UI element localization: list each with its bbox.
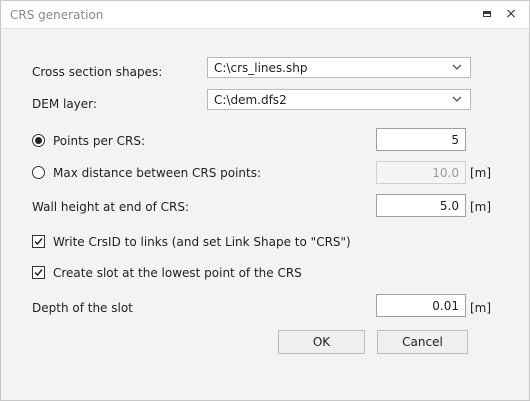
create-slot-label[interactable]: Create slot at the lowest point of the C…: [53, 266, 302, 280]
crs-generation-dialog: CRS generation × Cross section shapes: C…: [0, 0, 530, 401]
wall-height-input[interactable]: 5.0: [376, 194, 466, 217]
slot-depth-input[interactable]: 0.01: [376, 294, 466, 317]
checkmark-icon: [34, 269, 43, 277]
slot-depth-label: Depth of the slot: [32, 301, 133, 315]
write-crsid-label[interactable]: Write CrsID to links (and set Link Shape…: [53, 235, 351, 249]
max-distance-unit: [m]: [470, 166, 492, 180]
close-button[interactable]: ×: [501, 5, 521, 23]
chevron-down-icon: [452, 64, 462, 70]
dem-layer-select[interactable]: C:\dem.dfs2: [207, 89, 471, 110]
title-bar: CRS generation ×: [1, 1, 529, 29]
window-title: CRS generation: [10, 8, 104, 22]
dem-layer-label: DEM layer:: [32, 97, 97, 111]
cross-section-shapes-select[interactable]: C:\crs_lines.shp: [207, 57, 471, 78]
points-per-crs-label[interactable]: Points per CRS:: [53, 134, 145, 148]
wall-height-label: Wall height at end of CRS:: [32, 200, 190, 214]
create-slot-checkbox[interactable]: [32, 266, 45, 279]
restore-icon: [483, 11, 491, 17]
max-distance-label[interactable]: Max distance between CRS points:: [53, 166, 261, 180]
radio-selected-dot: [35, 137, 42, 144]
write-crsid-checkbox[interactable]: [32, 235, 45, 248]
close-icon: ×: [505, 6, 517, 22]
chevron-down-icon: [452, 96, 462, 102]
ok-button[interactable]: OK: [278, 330, 365, 354]
restore-button[interactable]: [477, 5, 497, 23]
wall-height-value: 5.0: [439, 199, 459, 213]
max-distance-value: 10.0: [432, 166, 459, 180]
cross-section-shapes-label: Cross section shapes:: [32, 65, 163, 79]
points-per-crs-input[interactable]: 5: [376, 128, 466, 151]
max-distance-input: 10.0: [376, 161, 466, 184]
points-per-crs-value: 5: [451, 133, 459, 147]
slot-depth-value: 0.01: [432, 299, 459, 313]
dem-layer-value: C:\dem.dfs2: [214, 93, 287, 107]
cross-section-shapes-value: C:\crs_lines.shp: [214, 61, 308, 75]
max-distance-radio[interactable]: [32, 166, 45, 179]
points-per-crs-radio[interactable]: [32, 134, 45, 147]
cancel-button[interactable]: Cancel: [377, 330, 468, 354]
slot-depth-unit: [m]: [470, 301, 492, 315]
checkmark-icon: [34, 238, 43, 246]
wall-height-unit: [m]: [470, 200, 492, 214]
